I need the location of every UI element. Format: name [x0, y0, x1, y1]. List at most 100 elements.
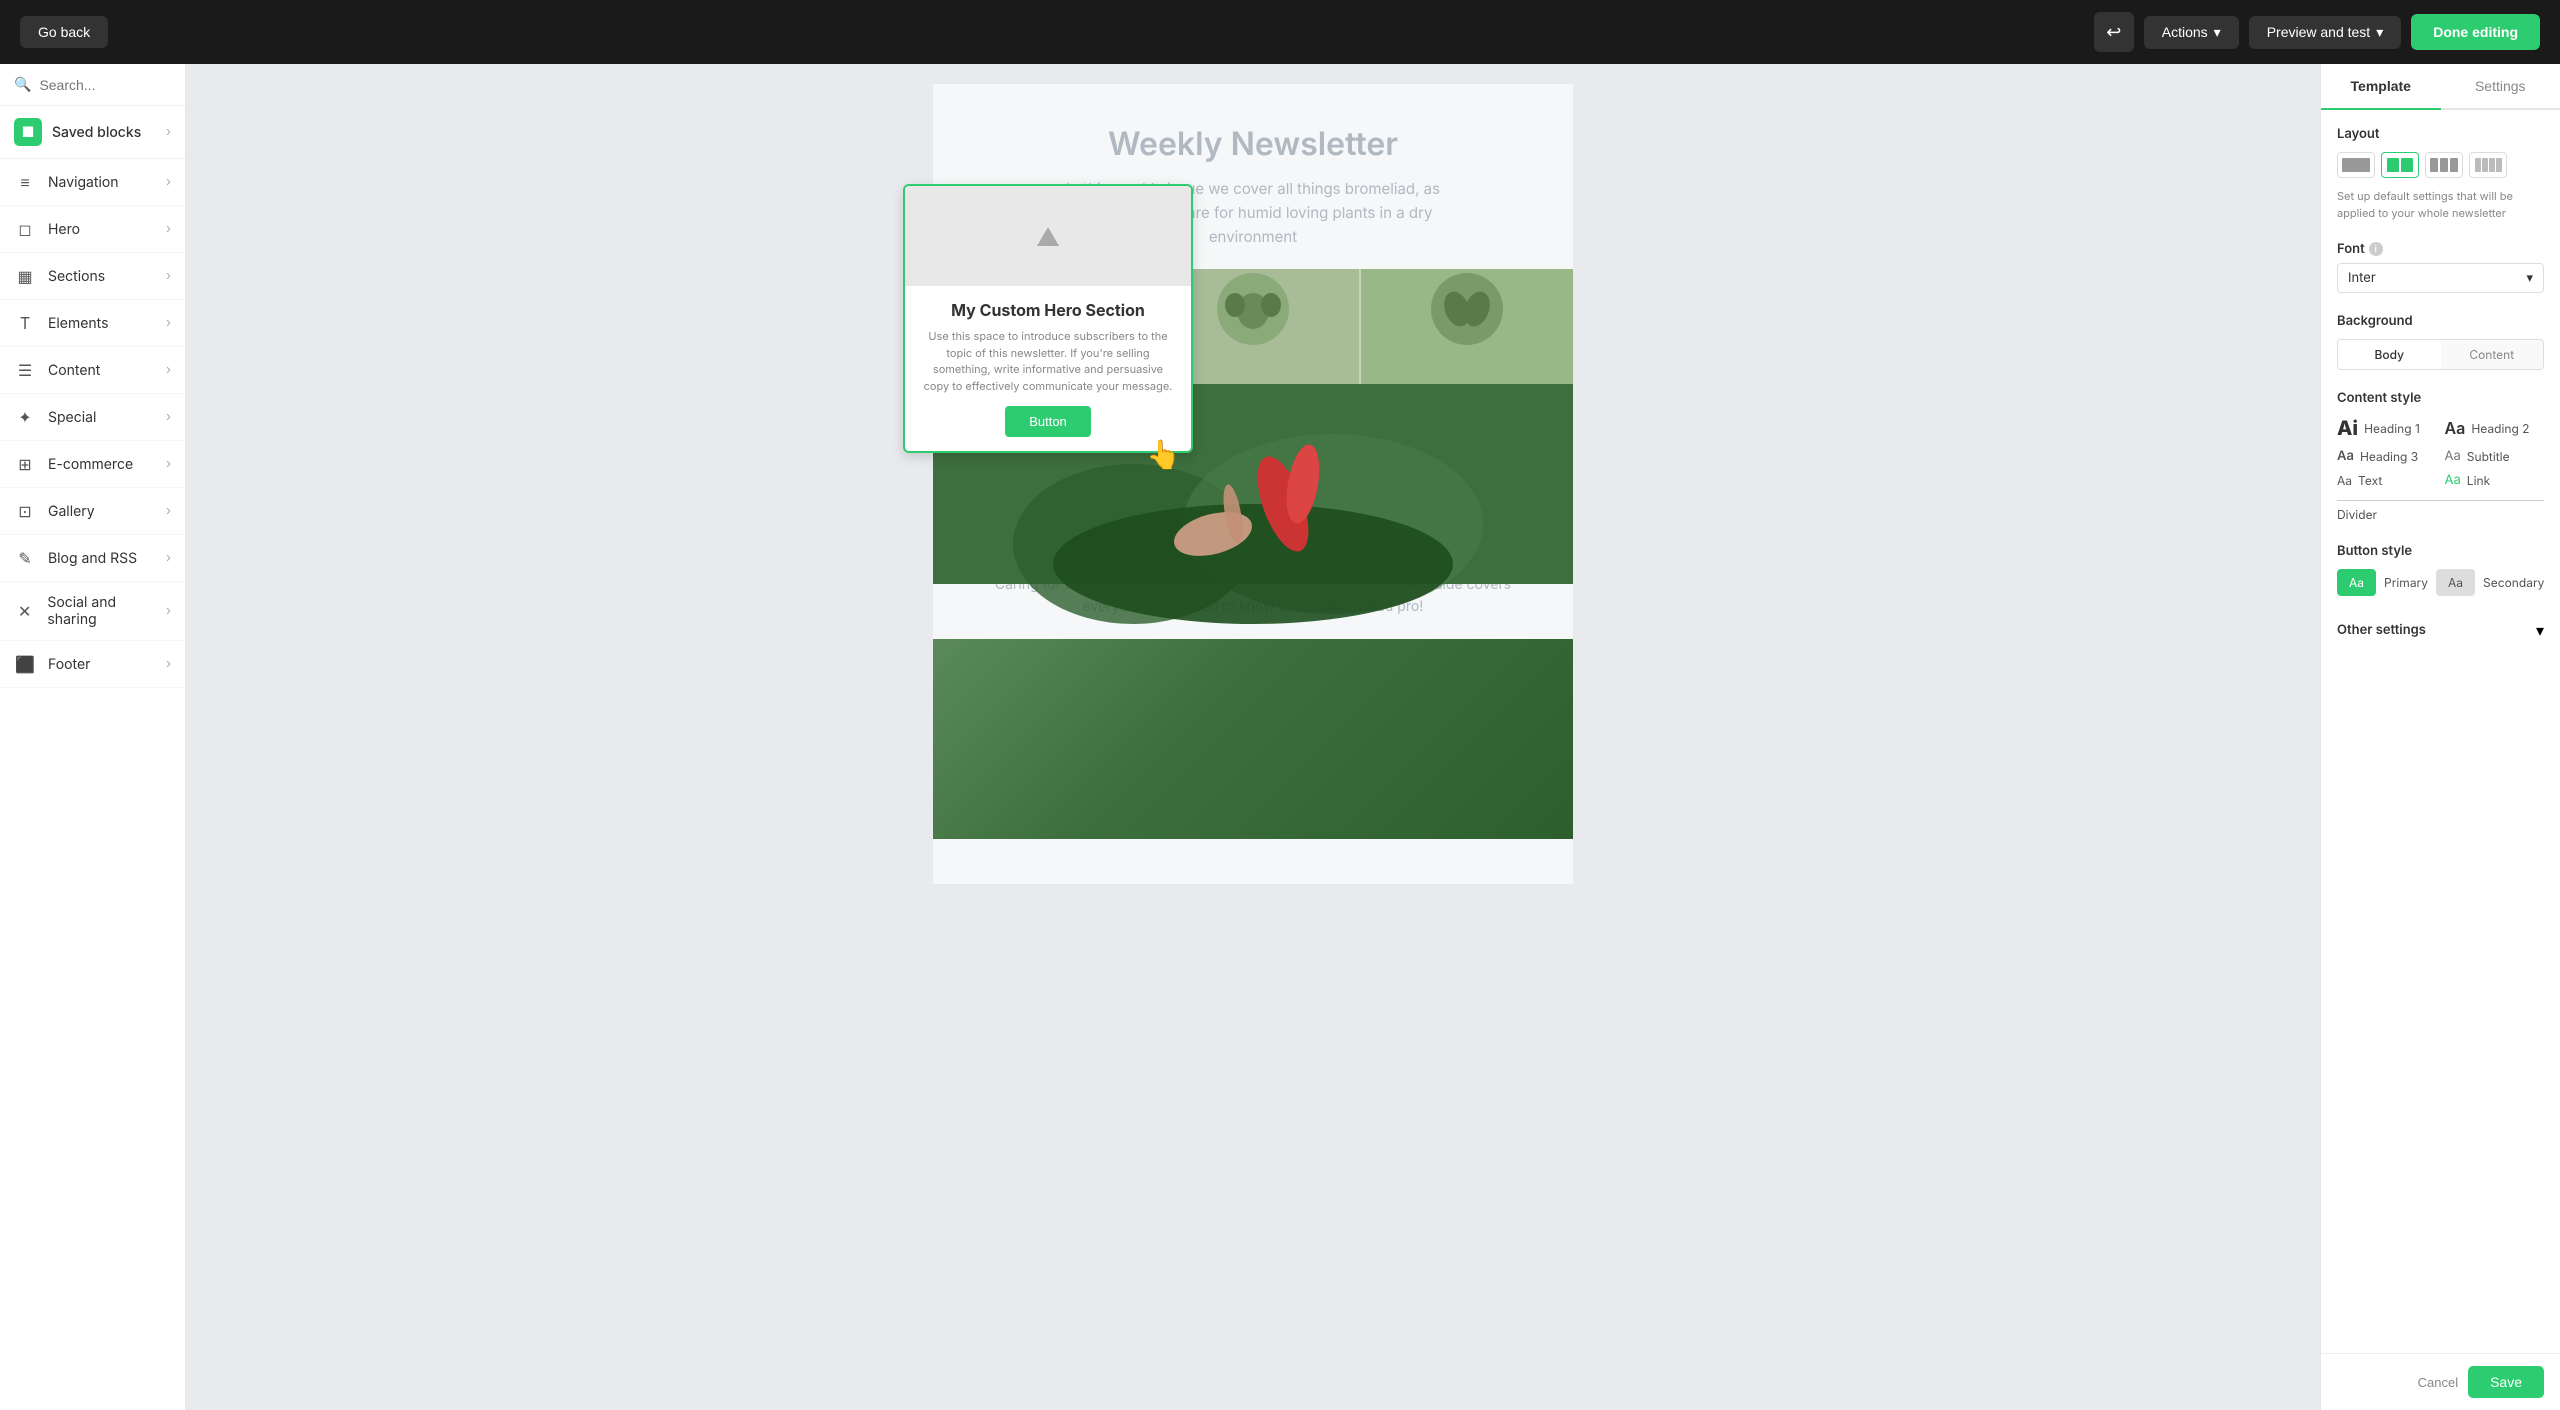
- text-label: Text: [2358, 473, 2382, 488]
- cancel-button[interactable]: Cancel: [2418, 1366, 2458, 1398]
- actions-button[interactable]: Actions ▾: [2144, 16, 2239, 49]
- font-section: Font i Inter ▾: [2337, 241, 2544, 293]
- secondary-button-preview[interactable]: Aa: [2436, 569, 2475, 596]
- bromeliad-image: [933, 639, 1573, 839]
- search-input[interactable]: [39, 77, 171, 93]
- preview-button[interactable]: Preview and test ▾: [2249, 16, 2402, 49]
- font-chevron-icon: ▾: [2526, 270, 2533, 286]
- preview-chevron-icon: ▾: [2376, 24, 2383, 41]
- top-navigation: Go back ↩ Actions ▾ Preview and test ▾ D…: [0, 0, 2560, 64]
- layout-option-4[interactable]: [2469, 152, 2507, 178]
- hero-block-title: My Custom Hero Section: [921, 300, 1175, 320]
- left-sidebar: 🔍 ■ Saved blocks › ≡ Navigation › ◻ Hero…: [0, 64, 186, 1410]
- actions-label: Actions: [2162, 24, 2208, 40]
- blog-label: Blog and RSS: [48, 550, 137, 567]
- hero-block-text: Use this space to introduce subscribers …: [921, 328, 1175, 394]
- blog-icon: ✎: [14, 547, 36, 569]
- blog-chevron: ›: [166, 550, 171, 566]
- subtitle-style[interactable]: Aa Subtitle: [2445, 448, 2545, 464]
- sidebar-item-ecommerce[interactable]: ⊞ E-commerce ›: [0, 441, 185, 488]
- history-button[interactable]: ↩: [2094, 12, 2134, 52]
- layout-option-3[interactable]: [2425, 152, 2463, 178]
- layout-option-1[interactable]: [2337, 152, 2375, 178]
- content-chevron: ›: [166, 362, 171, 378]
- right-sidebar: Template Settings Layout: [2320, 64, 2560, 1410]
- other-settings-row[interactable]: Other settings ▾: [2337, 616, 2544, 644]
- layout-section: Layout: [2337, 126, 2544, 221]
- social-label: Social and sharing: [47, 594, 166, 628]
- heading3-label: Heading 3: [2360, 449, 2418, 464]
- font-select[interactable]: Inter ▾: [2337, 263, 2544, 293]
- search-icon: 🔍: [14, 76, 31, 93]
- actions-chevron-icon: ▾: [2214, 24, 2221, 41]
- sidebar-item-gallery[interactable]: ⊡ Gallery ›: [0, 488, 185, 535]
- sidebar-item-hero[interactable]: ◻ Hero ›: [0, 206, 185, 253]
- link-style[interactable]: Aa Link: [2445, 472, 2545, 488]
- nav-left: Go back: [20, 16, 108, 48]
- text-preview: Aa: [2337, 473, 2352, 488]
- latest-post-image: [933, 639, 1573, 839]
- tab-settings[interactable]: Settings: [2441, 64, 2560, 108]
- font-info-icon[interactable]: i: [2369, 242, 2383, 256]
- done-editing-button[interactable]: Done editing: [2411, 14, 2540, 50]
- sidebar-item-content[interactable]: ☰ Content ›: [0, 347, 185, 394]
- sidebar-item-footer[interactable]: ⬛ Footer ›: [0, 641, 185, 688]
- sidebar-item-social[interactable]: ✕ Social and sharing ›: [0, 582, 185, 641]
- special-chevron: ›: [166, 409, 171, 425]
- sidebar-item-sections[interactable]: ▦ Sections ›: [0, 253, 185, 300]
- heading1-label: Heading 1: [2364, 421, 2420, 436]
- mountain-icon: ⛰: [1036, 219, 1060, 254]
- divider-style[interactable]: Divider: [2337, 500, 2544, 523]
- nav-right: ↩ Actions ▾ Preview and test ▾ Done edit…: [2094, 12, 2540, 52]
- primary-button-preview[interactable]: Aa: [2337, 569, 2376, 596]
- gallery-label: Gallery: [48, 503, 95, 520]
- button-style-section: Button style Aa Primary Aa Secondary: [2337, 543, 2544, 596]
- ecommerce-icon: ⊞: [14, 453, 36, 475]
- saved-blocks-item[interactable]: ■ Saved blocks ›: [0, 106, 185, 159]
- text-style[interactable]: Aa Text: [2337, 472, 2437, 488]
- link-preview: Aa: [2445, 472, 2461, 488]
- special-icon: ✦: [14, 406, 36, 428]
- subtitle-preview: Aa: [2445, 448, 2461, 464]
- layout-option-2[interactable]: [2381, 152, 2419, 178]
- go-back-button[interactable]: Go back: [20, 16, 108, 48]
- bg-content-option[interactable]: Content: [2441, 340, 2544, 369]
- hero-chevron: ›: [166, 221, 171, 237]
- sidebar-item-blog[interactable]: ✎ Blog and RSS ›: [0, 535, 185, 582]
- hero-block-button[interactable]: Button: [1005, 406, 1091, 437]
- button-style-row: Aa Primary Aa Secondary: [2337, 569, 2544, 596]
- save-button[interactable]: Save: [2468, 1366, 2544, 1398]
- content-label: Content: [48, 362, 100, 379]
- heading2-label: Heading 2: [2471, 421, 2529, 436]
- layout-title: Layout: [2337, 126, 2544, 142]
- special-label: Special: [48, 409, 96, 426]
- hero-icon: ◻: [14, 218, 36, 240]
- heading2-style[interactable]: Aa Heading 2: [2445, 416, 2545, 440]
- sidebar-item-navigation[interactable]: ≡ Navigation ›: [0, 159, 185, 206]
- sidebar-item-elements[interactable]: T Elements ›: [0, 300, 185, 347]
- heading3-style[interactable]: Aa Heading 3: [2337, 448, 2437, 464]
- saved-blocks-label: Saved blocks: [52, 124, 141, 141]
- background-section: Background Body Content: [2337, 313, 2544, 370]
- gallery-chevron: ›: [166, 503, 171, 519]
- hero-block-overlay[interactable]: ⛰ My Custom Hero Section Use this space …: [903, 184, 1193, 453]
- search-box[interactable]: 🔍: [0, 64, 185, 106]
- content-icon: ☰: [14, 359, 36, 381]
- elements-label: Elements: [48, 315, 109, 332]
- tab-template[interactable]: Template: [2321, 64, 2441, 110]
- other-settings-label: Other settings: [2337, 622, 2426, 638]
- hero-label: Hero: [48, 221, 80, 238]
- navigation-chevron: ›: [166, 174, 171, 190]
- bg-body-option[interactable]: Body: [2338, 340, 2441, 369]
- history-icon: ↩: [2106, 22, 2121, 43]
- primary-button-label: Primary: [2384, 575, 2428, 590]
- layout-options: [2337, 152, 2544, 178]
- button-style-title: Button style: [2337, 543, 2544, 559]
- social-chevron: ›: [166, 603, 171, 619]
- sidebar-item-special[interactable]: ✦ Special ›: [0, 394, 185, 441]
- other-settings-chevron-icon: ▾: [2536, 620, 2544, 640]
- elements-chevron: ›: [166, 315, 171, 331]
- heading1-preview: Ai: [2337, 416, 2358, 440]
- right-tabs: Template Settings: [2321, 64, 2560, 110]
- heading1-style[interactable]: Ai Heading 1: [2337, 416, 2437, 440]
